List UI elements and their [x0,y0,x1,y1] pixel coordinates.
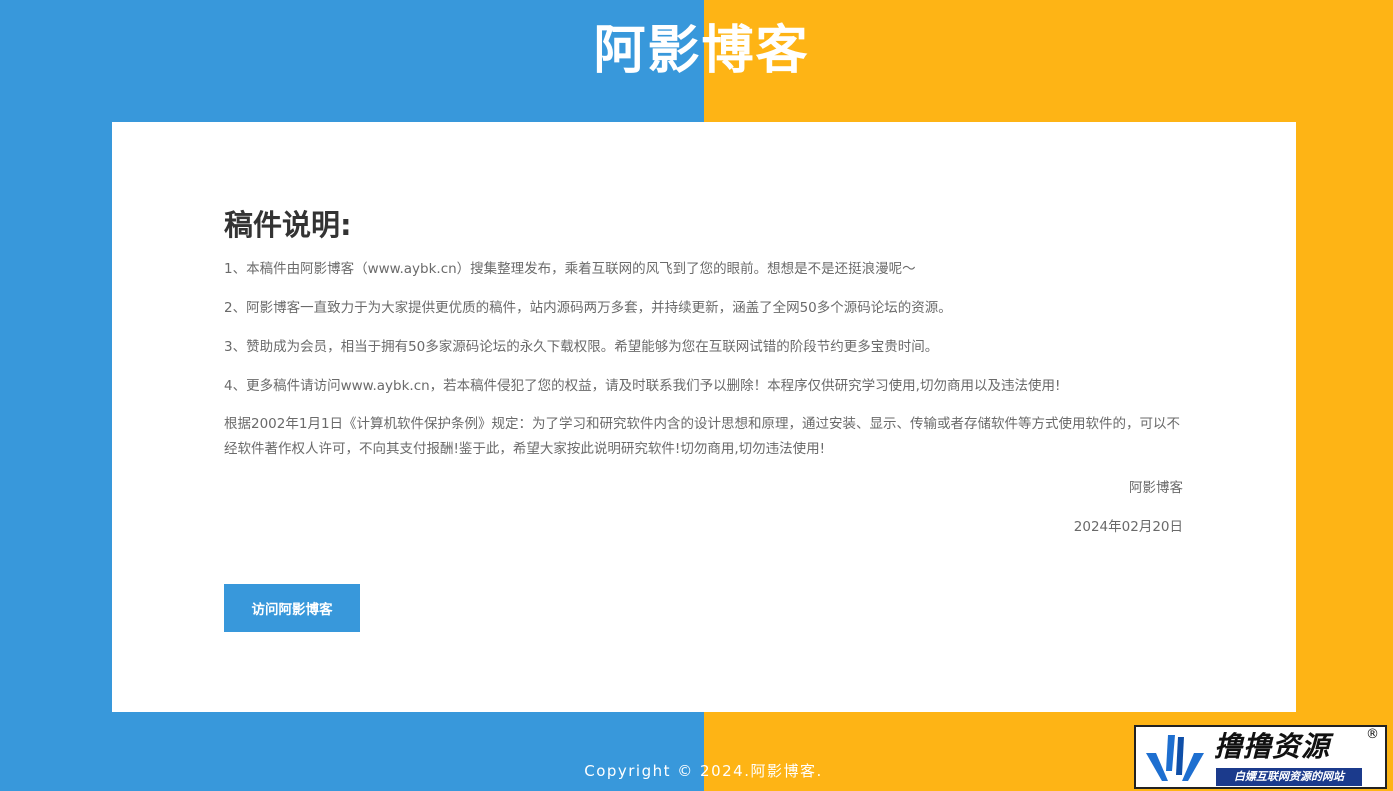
watermark-title: 撸撸资源 [1214,730,1331,763]
notice-content: 稿件说明: 1、本稿件由阿影博客（www.aybk.cn）搜集整理发布，乘着互联… [224,206,1183,553]
site-title: 阿影博客 [593,21,810,81]
notice-item-1: 1、本稿件由阿影博客（www.aybk.cn）搜集整理发布，乘着互联网的风飞到了… [224,261,916,277]
watermark-subtitle: 白嫖互联网资源的网站 [1216,768,1362,786]
page: 阿影博客 稿件说明: 1、本稿件由阿影博客（www.aybk.cn）搜集整理发布… [0,0,1393,791]
watermark-badge: 撸撸资源 ® 白嫖互联网资源的网站 [1134,725,1387,789]
visit-blog-button[interactable]: 访问阿影博客 [224,584,360,632]
notice-item-3: 3、赞助成为会员，相当于拥有50多家源码论坛的永久下载权限。希望能够为您在互联网… [224,339,939,355]
signature: 阿影博客 [1129,480,1183,496]
notice-heading: 稿件说明: [224,208,352,242]
notice-item-4: 4、更多稿件请访问www.aybk.cn，若本稿件侵犯了您的权益，请及时联系我们… [224,378,1061,394]
legal-notice: 根据2002年1月1日《计算机软件保护条例》规定：为了学习和研究软件内含的设计思… [224,416,1181,457]
notice-date: 2024年02月20日 [1073,519,1183,535]
notice-item-2: 2、阿影博客一直致力于为大家提供更优质的稿件，站内源码两万多套，并持续更新，涵盖… [224,300,952,316]
notice-card: 稿件说明: 1、本稿件由阿影博客（www.aybk.cn）搜集整理发布，乘着互联… [112,122,1296,712]
registered-mark: ® [1366,727,1379,742]
blue-lightning-logo-icon [1146,735,1204,781]
